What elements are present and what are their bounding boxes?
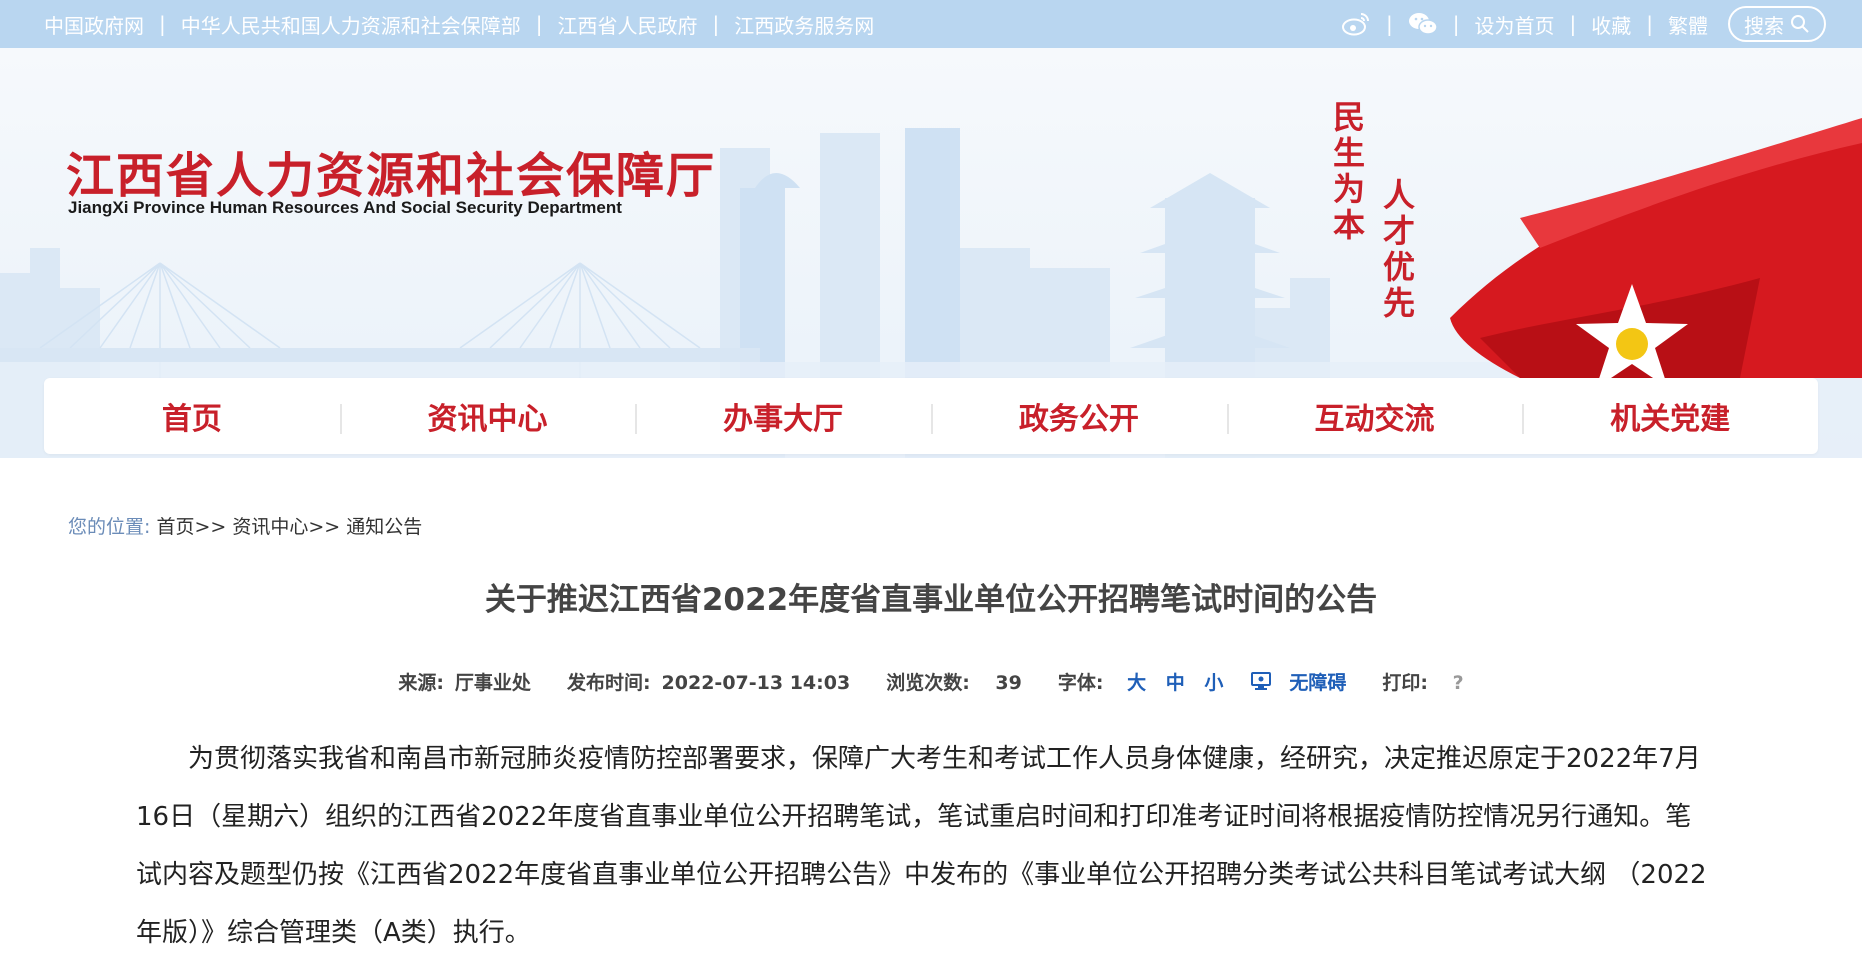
- slogan-left: 民生为本: [1328, 100, 1366, 244]
- source-label: 来源:: [398, 672, 444, 694]
- separator: |: [712, 12, 720, 36]
- article-title: 关于推迟江西省2022年度省直事业单位公开招聘笔试时间的公告: [484, 582, 1378, 618]
- nav-news-center[interactable]: 资讯中心: [339, 394, 636, 438]
- views-meta: 浏览次数: 39: [877, 668, 1031, 695]
- link-mohrss[interactable]: 中华人民共和国人力资源和社会保障部: [181, 10, 521, 39]
- font-small-button[interactable]: 小: [1204, 672, 1223, 694]
- wechat-icon[interactable]: [1408, 11, 1438, 37]
- accessibility-label: 无障碍: [1289, 672, 1347, 694]
- top-bar: 中国政府网 | 中华人民共和国人力资源和社会保障部 | 江西省人民政府 | 江西…: [0, 0, 1862, 48]
- nav-party-building[interactable]: 机关党建: [1522, 394, 1818, 438]
- top-actions: | | 设为首页 | 收藏 | 繁體 搜索: [1341, 6, 1826, 42]
- link-gov[interactable]: 中国政府网: [44, 10, 144, 39]
- search-label: 搜索: [1744, 13, 1784, 38]
- traditional-chinese-link[interactable]: 繁體: [1668, 10, 1708, 39]
- time-meta: 发布时间: 2022-07-13 14:03: [558, 668, 859, 695]
- site-title: 江西省人力资源和社会保障厅: [66, 148, 717, 204]
- favorite-link[interactable]: 收藏: [1591, 10, 1631, 39]
- breadcrumb-news-center[interactable]: 资讯中心>>: [232, 516, 340, 538]
- separator: |: [1452, 12, 1460, 36]
- weibo-icon[interactable]: [1341, 11, 1371, 37]
- breadcrumb-home[interactable]: 首页>>: [156, 516, 226, 538]
- link-jiangxi-gov[interactable]: 江西省人民政府: [558, 10, 698, 39]
- nav-government-affairs[interactable]: 政务公开: [931, 394, 1227, 438]
- print-button[interactable]: ?: [1453, 672, 1464, 694]
- article-body: 为贯彻落实我省和南昌市新冠肺炎疫情防控部署要求，保障广大考生和考试工作人员身体健…: [136, 744, 1707, 948]
- search-button[interactable]: 搜索: [1728, 6, 1826, 42]
- publish-time: 2022-07-13 14:03: [661, 672, 851, 694]
- top-links: 中国政府网 | 中华人民共和国人力资源和社会保障部 | 江西省人民政府 | 江西…: [44, 10, 874, 39]
- source-meta: 来源: 厅事业处: [389, 668, 540, 695]
- separator: |: [159, 12, 166, 36]
- breadcrumb-label: 您的位置:: [68, 516, 151, 538]
- breadcrumb: 您的位置: 首页>> 资讯中心>> 通知公告: [68, 512, 422, 539]
- breadcrumb-notices[interactable]: 通知公告: [346, 516, 422, 538]
- separator: |: [1646, 12, 1653, 36]
- accessibility-icon: [1251, 671, 1272, 690]
- article-meta: 来源: 厅事业处 发布时间: 2022-07-13 14:03 浏览次数: 39 字…: [44, 668, 1818, 695]
- font-large-button[interactable]: 大: [1127, 672, 1146, 694]
- separator: |: [1386, 12, 1393, 36]
- article-container: 您的位置: 首页>> 资讯中心>> 通知公告 关于推迟江西省2022年度省直事业…: [44, 482, 1818, 956]
- print-label: 打印:: [1382, 672, 1429, 694]
- accessibility-button[interactable]: 无障碍: [1250, 668, 1355, 695]
- separator: |: [535, 12, 543, 36]
- font-size-label: 字体:: [1057, 672, 1104, 694]
- print-meta: 打印: ?: [1373, 668, 1472, 695]
- search-icon: [1791, 15, 1809, 33]
- party-flag-graphic: [1450, 118, 1862, 388]
- slogan-right: 人才优先: [1378, 178, 1416, 322]
- set-homepage-link[interactable]: 设为首页: [1475, 10, 1555, 39]
- nav-interaction[interactable]: 互动交流: [1226, 394, 1523, 438]
- views-label: 浏览次数:: [886, 672, 970, 694]
- nav-home[interactable]: 首页: [44, 394, 340, 438]
- main-nav: 首页 资讯中心 办事大厅 政务公开 互动交流 机关党建: [44, 378, 1818, 454]
- nav-service-hall[interactable]: 办事大厅: [635, 394, 931, 438]
- font-medium-button[interactable]: 中: [1166, 672, 1185, 694]
- time-label: 发布时间:: [566, 672, 651, 694]
- font-size-meta: 字体: 大 中 小: [1049, 668, 1233, 695]
- source-value: 厅事业处: [454, 672, 531, 694]
- link-jiangxi-service[interactable]: 江西政务服务网: [734, 10, 874, 39]
- separator: |: [1569, 12, 1577, 36]
- views-count: 39: [995, 672, 1022, 694]
- site-subtitle: JiangXi Province Human Resources And Soc…: [68, 198, 622, 217]
